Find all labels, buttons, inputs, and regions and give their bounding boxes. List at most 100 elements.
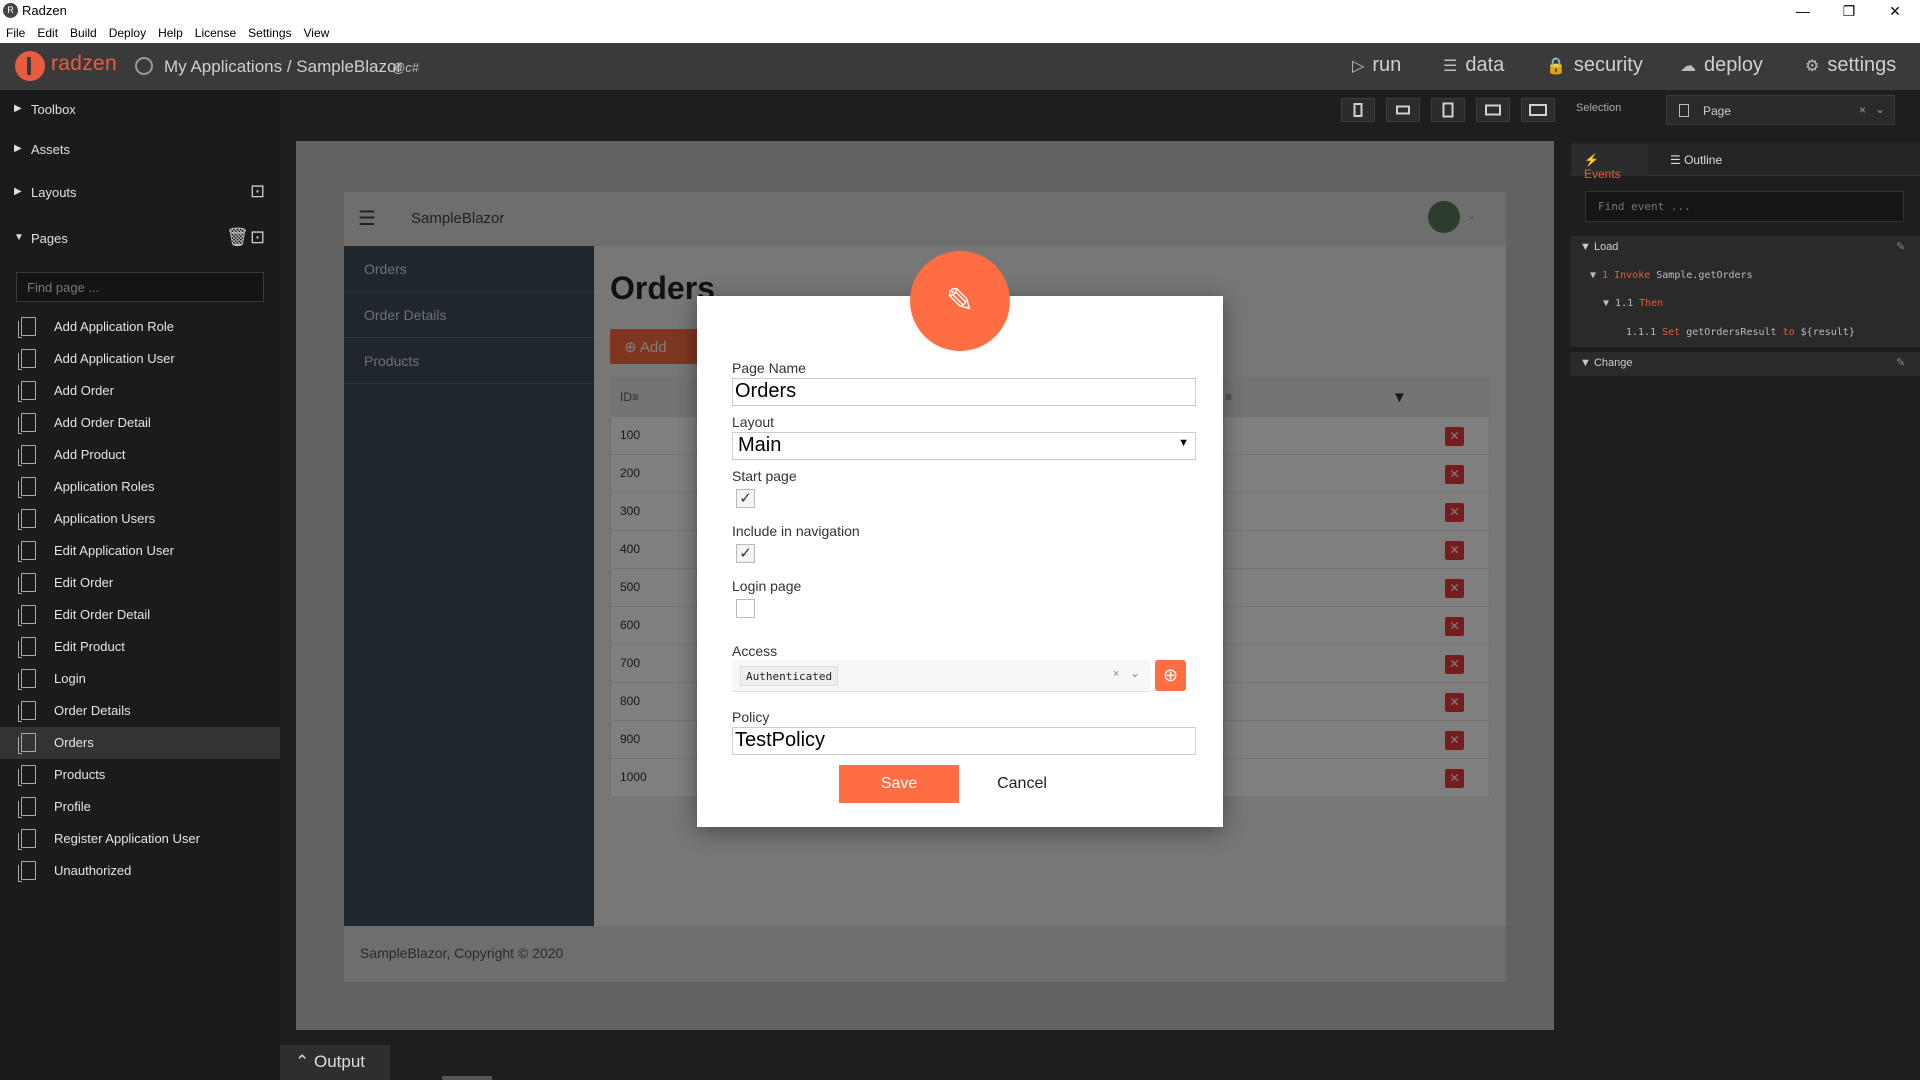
document-icon	[18, 669, 36, 690]
start-page-checkbox[interactable]: ✓	[736, 489, 755, 508]
menu-edit[interactable]: Edit	[37, 26, 58, 40]
logo-text: radzen	[51, 52, 118, 75]
phone-portrait-button[interactable]	[1341, 98, 1375, 122]
event-action-invoke[interactable]: ▼ 1 Invoke Sample.getOrders	[1590, 270, 1753, 281]
find-event-input[interactable]: Find event ...	[1585, 191, 1904, 222]
save-button[interactable]: Save	[839, 765, 959, 803]
event-load-header[interactable]: ▼ Load	[1580, 241, 1618, 253]
dialog-edit-badge: ✎	[910, 251, 1010, 351]
page-list-item[interactable]: Products	[0, 759, 280, 791]
add-layout-icon[interactable]: ⊡	[250, 181, 265, 202]
page-list-label: Edit Order Detail	[54, 607, 151, 622]
page-list-item[interactable]: Login	[0, 663, 280, 695]
page-list-item[interactable]: Application Roles	[0, 471, 280, 503]
policy-label: Policy	[732, 709, 770, 725]
page-list-item[interactable]: Order Details	[0, 695, 280, 727]
phone-landscape-button[interactable]	[1386, 98, 1420, 122]
close-window-button[interactable]: ✕	[1872, 0, 1918, 22]
section-assets[interactable]: ▶ Assets	[0, 130, 280, 170]
document-icon	[18, 381, 36, 402]
layout-select[interactable]: Main ▼	[732, 432, 1196, 460]
caret-down-icon: ▼	[1603, 298, 1616, 309]
event-action-then[interactable]: ▼ 1.1 Then	[1603, 298, 1663, 309]
output-tab[interactable]: ⌃ Output	[280, 1045, 390, 1080]
include-nav-checkbox[interactable]: ✓	[736, 544, 755, 563]
page-list-item[interactable]: Edit Product	[0, 631, 280, 663]
tablet-portrait-button[interactable]	[1431, 98, 1465, 122]
deploy-button[interactable]: ☁ deploy	[1680, 54, 1763, 77]
section-toolbox[interactable]: ▶ Toolbox	[0, 90, 280, 130]
menu-deploy[interactable]: Deploy	[109, 26, 146, 40]
window-title: Radzen	[22, 3, 67, 18]
section-layouts[interactable]: ▶ Layouts ⊡	[0, 173, 280, 213]
page-list-item[interactable]: Edit Order Detail	[0, 599, 280, 631]
page-list-item[interactable]: Edit Order	[0, 567, 280, 599]
gear-icon: ⚙	[1805, 57, 1820, 75]
event-action-set[interactable]: 1.1.1 Set getOrdersResult to ${result}	[1626, 327, 1855, 338]
page-list-item[interactable]: Application Users	[0, 503, 280, 535]
action-text: Sample.getOrders	[1656, 270, 1753, 281]
menu-view[interactable]: View	[304, 26, 330, 40]
restore-button[interactable]: ❐	[1826, 0, 1872, 22]
find-page-input[interactable]: Find page ...	[16, 272, 264, 302]
menu-file[interactable]: File	[6, 26, 25, 40]
window-titlebar: R Radzen — ❐ ✕	[0, 0, 1920, 22]
clear-icon[interactable]: ×	[1113, 668, 1119, 680]
document-icon	[18, 477, 36, 498]
document-icon	[18, 573, 36, 594]
page-list-item[interactable]: Add Order Detail	[0, 407, 280, 439]
menu-settings[interactable]: Settings	[248, 26, 291, 40]
page-list-item[interactable]: Profile	[0, 791, 280, 823]
event-change-header[interactable]: ▼ Change	[1580, 357, 1633, 369]
menu-license[interactable]: License	[195, 26, 236, 40]
page-list-item[interactable]: Add Product	[0, 439, 280, 471]
tab-events[interactable]: ⚡ Events	[1572, 144, 1648, 181]
page-list-item[interactable]: Edit Application User	[0, 535, 280, 567]
list-icon: ☰	[1670, 153, 1685, 167]
tablet-landscape-button[interactable]	[1476, 98, 1510, 122]
page-list-item[interactable]: Add Application User	[0, 343, 280, 375]
edit-icon[interactable]: ✎	[1896, 356, 1905, 369]
selection-value: Page	[1703, 104, 1732, 118]
chevron-down-icon[interactable]: ⌄	[1130, 666, 1140, 680]
tab-outline[interactable]: ☰ Outline	[1660, 144, 1750, 176]
run-button[interactable]: ▷ run	[1352, 54, 1401, 77]
document-icon	[18, 829, 36, 850]
deploy-label: deploy	[1704, 54, 1763, 76]
page-list-item[interactable]: Unauthorized	[0, 855, 280, 887]
security-button[interactable]: 🔒 security	[1546, 54, 1643, 77]
login-page-checkbox[interactable]	[736, 599, 755, 618]
section-pages[interactable]: ▼ Pages 🗑 ⊡	[0, 219, 280, 259]
page-list-item[interactable]: Add Order	[0, 375, 280, 407]
page-list-label: Application Users	[54, 511, 156, 526]
settings-button[interactable]: ⚙ settings	[1805, 54, 1896, 77]
phone-portrait-icon	[1353, 103, 1363, 117]
access-chip: Authenticated	[740, 666, 839, 686]
document-icon	[18, 605, 36, 626]
page-list-item[interactable]: Register Application User	[0, 823, 280, 855]
minimize-button[interactable]: —	[1780, 0, 1826, 22]
document-icon	[18, 349, 36, 370]
data-button[interactable]: ☰ data	[1443, 54, 1504, 77]
trash-icon[interactable]: 🗑	[226, 227, 249, 248]
cancel-button[interactable]: Cancel	[980, 765, 1064, 803]
breadcrumb[interactable]: My Applications / SampleBlazor	[164, 57, 402, 77]
menu-build[interactable]: Build	[70, 26, 97, 40]
document-icon	[18, 509, 36, 530]
page-list-item[interactable]: Orders	[0, 727, 280, 759]
panel-splitter[interactable]	[442, 1076, 492, 1080]
policy-input[interactable]: TestPolicy	[732, 727, 1196, 755]
add-page-icon[interactable]: ⊡	[250, 227, 265, 248]
desktop-icon	[1529, 104, 1547, 116]
page-list-item[interactable]: Add Application Role	[0, 311, 280, 343]
chevron-down-icon[interactable]: ⌄	[1875, 102, 1885, 116]
page-name-input[interactable]: Orders	[732, 378, 1196, 406]
selection-label: Selection	[1576, 102, 1622, 114]
clear-icon[interactable]: ×	[1859, 103, 1866, 117]
add-role-button[interactable]: ⊕	[1155, 660, 1186, 691]
menu-help[interactable]: Help	[158, 26, 183, 40]
desktop-button[interactable]	[1521, 98, 1555, 122]
document-icon	[18, 701, 36, 722]
edit-icon[interactable]: ✎	[1896, 240, 1905, 253]
selection-dropdown[interactable]: Page × ⌄	[1666, 95, 1895, 125]
